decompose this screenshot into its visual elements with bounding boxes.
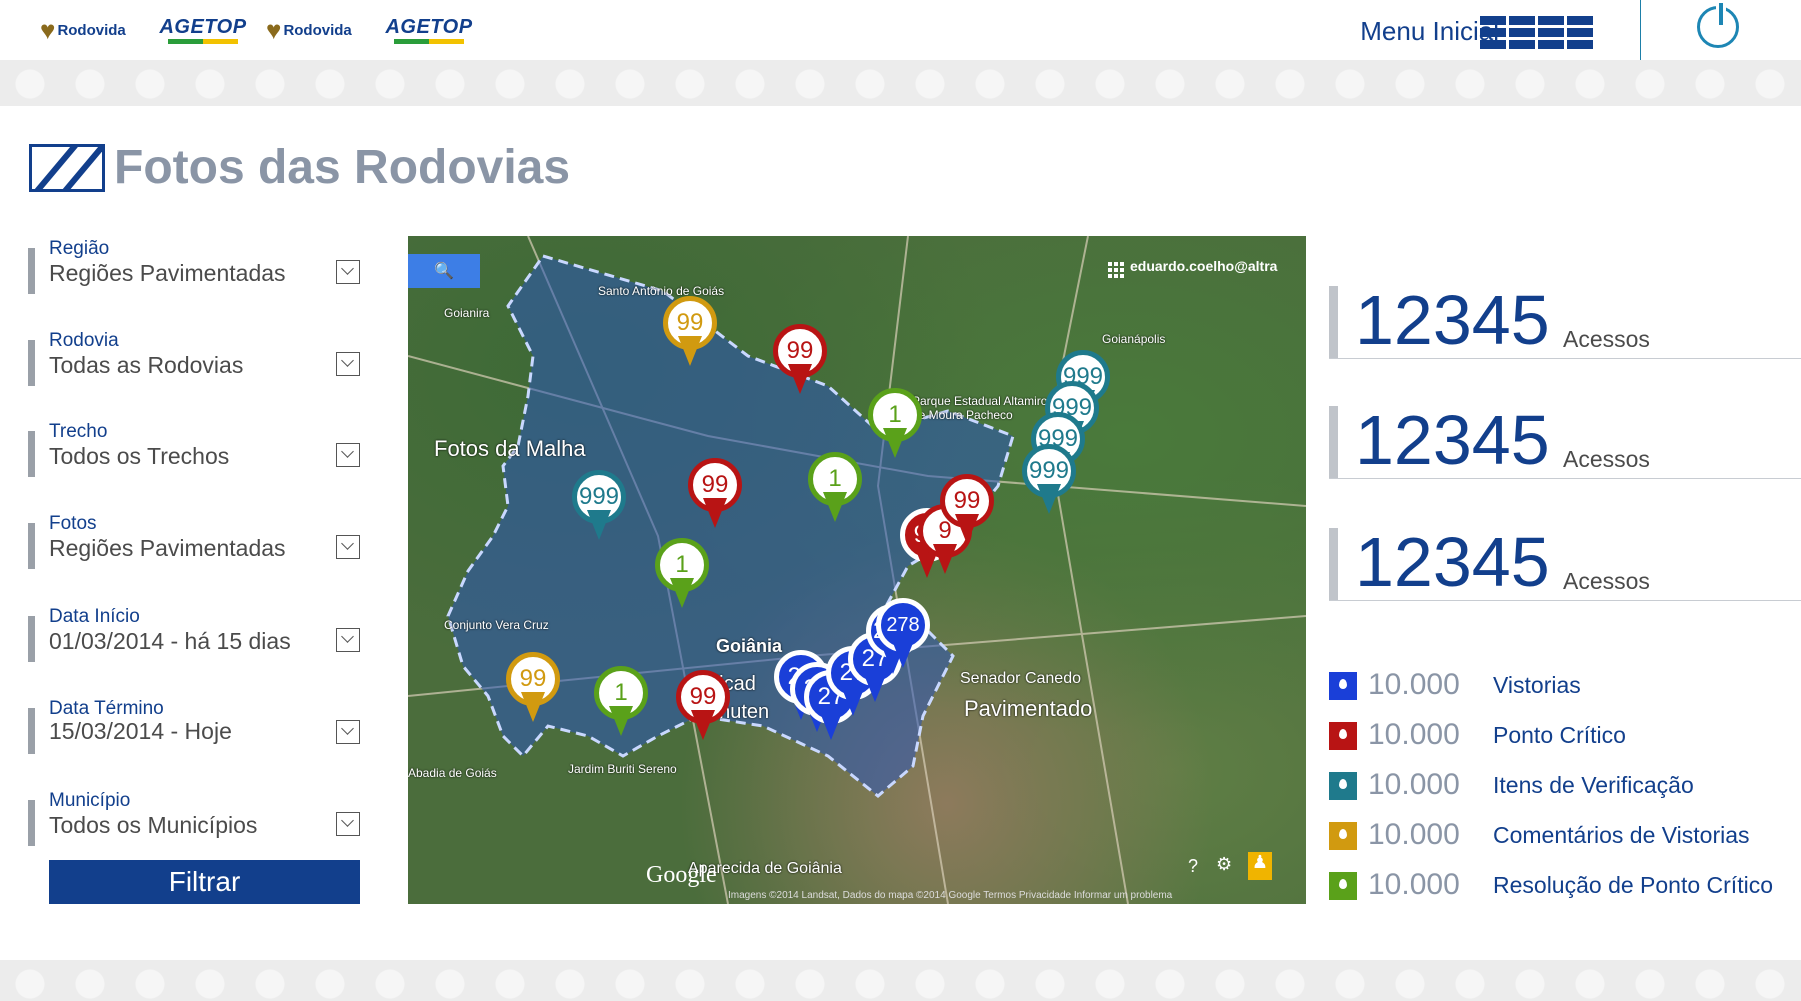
agetop-logo: AGETOP xyxy=(384,8,474,52)
map-marker-comentario[interactable]: 99 xyxy=(506,652,560,724)
map-label-fotos-malha: Fotos da Malha xyxy=(434,436,586,461)
map-marker-resolucao[interactable]: 1 xyxy=(868,388,922,460)
filter-data-termino[interactable]: Data Término 15/03/2014 - Hoje xyxy=(28,698,363,754)
filter-label: Fotos xyxy=(49,513,97,534)
map-marker-comentario[interactable]: 99 xyxy=(663,296,717,368)
power-icon[interactable] xyxy=(1697,3,1739,48)
filter-value: Todos os Municípios xyxy=(49,812,258,838)
map-label-goianapolis: Goianápolis xyxy=(1102,332,1166,346)
apps-grid-icon[interactable] xyxy=(1108,262,1124,278)
stat-card: 12345 Acessos xyxy=(1329,281,1801,359)
map-marker-resolucao[interactable]: 1 xyxy=(655,538,709,610)
map-label-senador: Senador Canedo xyxy=(960,670,1081,687)
marker-icon xyxy=(1329,772,1357,800)
filter-value: Todos os Trechos xyxy=(49,443,230,469)
filter-regiao[interactable]: Região Regiões Pavimentadas xyxy=(28,238,363,294)
logo-group: ♥ Rodovida AGETOP ♥ Rodovida AGETOP xyxy=(40,8,474,52)
legend-count: 10.000 xyxy=(1368,818,1460,851)
chevron-down-icon[interactable] xyxy=(336,443,360,467)
filter-label: Data Término xyxy=(49,698,164,719)
filter-label: Trecho xyxy=(49,421,108,442)
stat-unit: Acessos xyxy=(1563,446,1650,472)
help-icon[interactable]: ? xyxy=(1188,856,1198,877)
map-view[interactable]: 🔍 eduardo.coelho@altra Fotos da Malha Go… xyxy=(408,236,1306,904)
legend-count: 10.000 xyxy=(1368,668,1460,701)
filter-value: 01/03/2014 - há 15 dias xyxy=(49,628,291,654)
chevron-down-icon[interactable] xyxy=(336,352,360,376)
stat-card: 12345 Acessos xyxy=(1329,523,1801,601)
agetop-logo: AGETOP xyxy=(158,8,248,52)
map-label-pavimentado: Pavimentado xyxy=(964,696,1093,721)
legend-name[interactable]: Comentários de Vistorias xyxy=(1493,822,1750,849)
map-marker-ponto-critico[interactable]: 99 xyxy=(688,458,742,530)
chevron-down-icon[interactable] xyxy=(336,812,360,836)
legend-count: 10.000 xyxy=(1368,768,1460,801)
menu-inicial-label[interactable]: Menu Inicial xyxy=(1360,16,1499,47)
filter-municipio[interactable]: Município Todos os Municípios xyxy=(28,790,363,846)
map-marker-vistoria[interactable]: 278 xyxy=(876,598,930,670)
filter-value: Todas as Rodovias xyxy=(49,352,244,378)
footer-pattern-band xyxy=(0,960,1801,1001)
map-marker-ponto-critico[interactable]: 99 xyxy=(940,474,994,546)
stat-value: 12345 xyxy=(1355,523,1550,601)
region-overlay xyxy=(408,236,1306,904)
legend-name[interactable]: Resolução de Ponto Crítico xyxy=(1493,872,1773,899)
map-marker-ponto-critico[interactable]: 99 xyxy=(773,324,827,396)
chevron-down-icon[interactable] xyxy=(336,628,360,652)
marker-icon xyxy=(1329,672,1357,700)
map-label-goianira: Goianira xyxy=(444,306,490,320)
pegman-icon[interactable]: ♟ xyxy=(1248,852,1272,880)
filter-button[interactable]: Filtrar xyxy=(49,860,360,904)
map-marker-itens-verificacao[interactable]: 999 xyxy=(572,470,626,542)
menu-grid-icon[interactable] xyxy=(1480,16,1593,49)
marker-icon xyxy=(1329,822,1357,850)
stat-value: 12345 xyxy=(1355,401,1550,479)
map-label-abadia: Abadia de Goiás xyxy=(408,766,497,780)
chevron-down-icon[interactable] xyxy=(336,260,360,284)
map-user-account[interactable]: eduardo.coelho@altra xyxy=(1130,258,1277,274)
map-label-jardim: Jardim Buriti Sereno xyxy=(568,762,677,776)
map-marker-itens-verificacao[interactable]: 999 xyxy=(1022,444,1076,516)
stat-card: 12345 Acessos xyxy=(1329,401,1801,479)
filter-fotos[interactable]: Fotos Regiões Pavimentadas xyxy=(28,513,363,569)
map-label-vera-cruz: Conjunto Vera Cruz xyxy=(444,618,549,632)
marker-icon xyxy=(1329,872,1357,900)
legend-count: 10.000 xyxy=(1368,718,1460,751)
rodovida-logo: ♥ Rodovida xyxy=(40,14,126,45)
header-pattern-band xyxy=(0,60,1801,106)
map-marker-ponto-critico[interactable]: 99 xyxy=(676,670,730,742)
legend-name[interactable]: Vistorias xyxy=(1493,672,1581,699)
chevron-down-icon[interactable] xyxy=(336,535,360,559)
stat-unit: Acessos xyxy=(1563,568,1650,594)
filter-value: Regiões Pavimentadas xyxy=(49,260,286,286)
filter-label: Município xyxy=(49,790,131,811)
map-attribution: Imagens ©2014 Landsat, Dados do mapa ©20… xyxy=(728,890,1173,901)
map-label-goiania: Goiânia xyxy=(716,636,783,656)
google-logo: Google xyxy=(646,862,717,888)
chevron-down-icon[interactable] xyxy=(336,720,360,744)
road-icon xyxy=(29,144,105,192)
filter-label: Região xyxy=(49,238,110,259)
filter-data-inicio[interactable]: Data Início 01/03/2014 - há 15 dias xyxy=(28,606,363,662)
filter-label: Data Início xyxy=(49,606,140,627)
marker-icon xyxy=(1329,722,1357,750)
filter-trecho[interactable]: Trecho Todos os Trechos xyxy=(28,421,363,477)
filter-value: 15/03/2014 - Hoje xyxy=(49,718,232,744)
map-marker-resolucao[interactable]: 1 xyxy=(594,666,648,738)
filter-rodovia[interactable]: Rodovia Todas as Rodovias xyxy=(28,330,363,386)
stat-value: 12345 xyxy=(1355,281,1550,359)
gear-icon[interactable]: ⚙ xyxy=(1216,854,1232,875)
map-search-button[interactable]: 🔍 xyxy=(408,254,480,288)
map-marker-resolucao[interactable]: 1 xyxy=(808,452,862,524)
top-bar: ♥ Rodovida AGETOP ♥ Rodovida AGETOP Menu I… xyxy=(0,0,1801,60)
rodovida-logo: ♥ Rodovida xyxy=(266,14,352,45)
filter-value: Regiões Pavimentadas xyxy=(49,535,286,561)
stat-unit: Acessos xyxy=(1563,326,1650,352)
legend-name[interactable]: Ponto Crítico xyxy=(1493,722,1626,749)
page-title: Fotos das Rodovias xyxy=(114,141,571,194)
legend-count: 10.000 xyxy=(1368,868,1460,901)
filter-label: Rodovia xyxy=(49,330,119,351)
header-divider xyxy=(1640,0,1641,60)
legend-name[interactable]: Itens de Verificação xyxy=(1493,772,1694,799)
